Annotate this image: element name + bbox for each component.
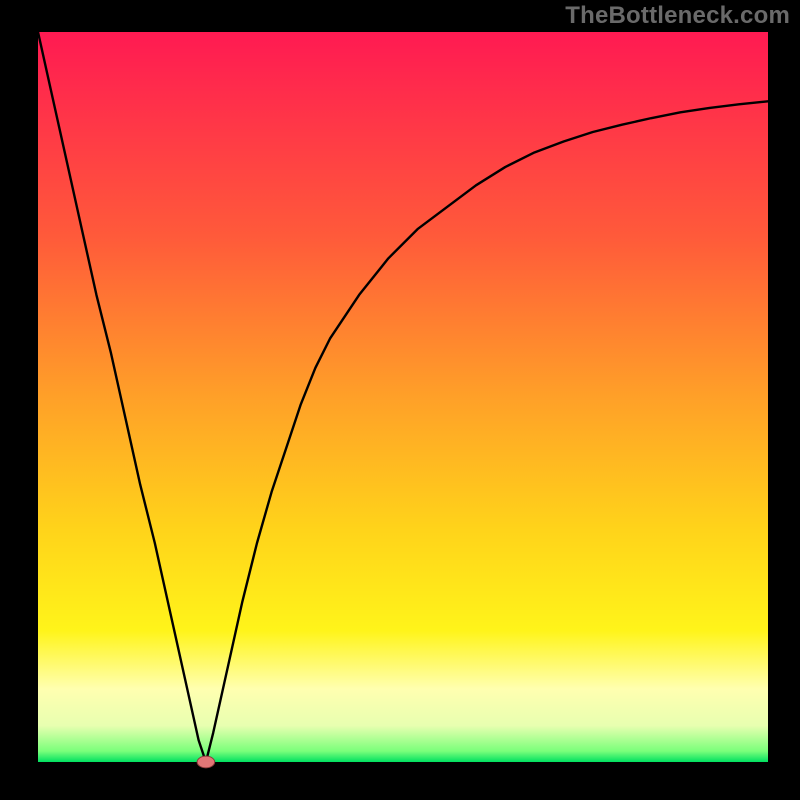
plot-background [38,32,768,762]
bottleneck-chart [0,0,800,800]
chart-frame: TheBottleneck.com [0,0,800,800]
optimum-marker [197,756,215,768]
